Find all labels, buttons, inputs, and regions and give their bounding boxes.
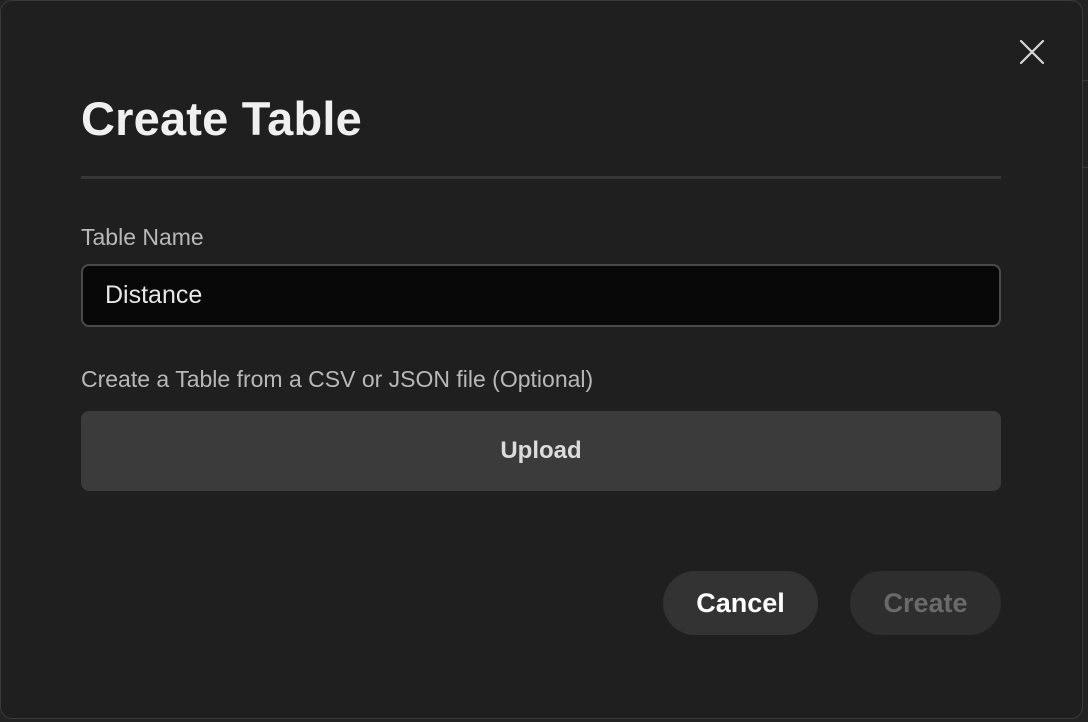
upload-label: Create a Table from a CSV or JSON file (… [81,366,594,392]
create-button[interactable]: Create [850,571,1001,635]
table-name-label: Table Name [81,224,204,250]
upload-button[interactable]: Upload [81,411,1001,491]
cancel-button[interactable]: Cancel [663,571,818,635]
dialog-title: Create Table [81,92,363,145]
upload-button-label: Upload [500,437,582,464]
close-button[interactable] [1013,35,1051,73]
create-button-label: Create [883,587,968,618]
table-name-input[interactable] [81,264,1001,327]
title-divider [81,176,1001,179]
close-icon [1019,39,1045,70]
background-panel-edge [1083,80,1088,168]
cancel-button-label: Cancel [696,587,785,618]
create-table-dialog: Create Table Table Name Create a Table f… [0,0,1083,719]
